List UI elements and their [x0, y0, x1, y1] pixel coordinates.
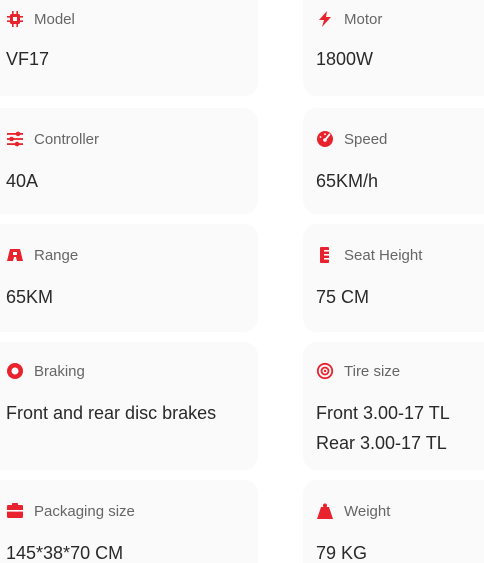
spec-label-tire-size: Tire size — [316, 362, 400, 380]
spec-card-range — [0, 224, 258, 332]
seat-icon — [316, 246, 334, 264]
spec-card-speed — [303, 108, 484, 214]
spec-label-packaging-size: Packaging size — [6, 502, 135, 520]
spec-label-range: Range — [6, 246, 78, 264]
spec-label-braking: Braking — [6, 362, 85, 380]
spec-sheet: Model VF17 Motor 1800W Controller 40A Sp… — [0, 0, 484, 563]
spec-label-weight: Weight — [316, 502, 390, 520]
lightning-icon — [316, 10, 334, 28]
chip-icon — [6, 10, 24, 28]
car-icon — [6, 246, 24, 264]
spec-card-controller — [0, 108, 258, 214]
spec-value-controller: 40A — [6, 171, 39, 191]
speedometer-icon — [316, 130, 334, 148]
spec-value-range: 65KM — [6, 287, 54, 307]
spec-value-model: VF17 — [6, 49, 50, 69]
spec-card-seat-height — [303, 224, 484, 332]
spec-value-weight: 79 KG — [316, 543, 368, 563]
spec-label-motor: Motor — [316, 10, 382, 28]
spec-value-tire-rear: Rear 3.00-17 TL — [316, 433, 447, 453]
spec-value-packaging-size: 145*38*70 CM — [6, 543, 124, 563]
spec-label-controller: Controller — [6, 130, 99, 148]
brake-icon — [6, 362, 24, 380]
spec-label-speed: Speed — [316, 130, 387, 148]
spec-label-model: Model — [6, 10, 75, 28]
sliders-icon — [6, 130, 24, 148]
spec-label-seat-height: Seat Height — [316, 246, 422, 264]
weight-icon — [316, 502, 334, 520]
spec-value-seat-height: 75 CM — [316, 287, 370, 307]
spec-value-speed: 65KM/h — [316, 171, 379, 191]
spec-value-tire-front: Front 3.00-17 TL — [316, 403, 450, 423]
spec-value-motor: 1800W — [316, 49, 374, 69]
box-icon — [6, 502, 24, 520]
target-icon — [316, 362, 334, 380]
spec-value-braking: Front and rear disc brakes — [6, 403, 217, 423]
